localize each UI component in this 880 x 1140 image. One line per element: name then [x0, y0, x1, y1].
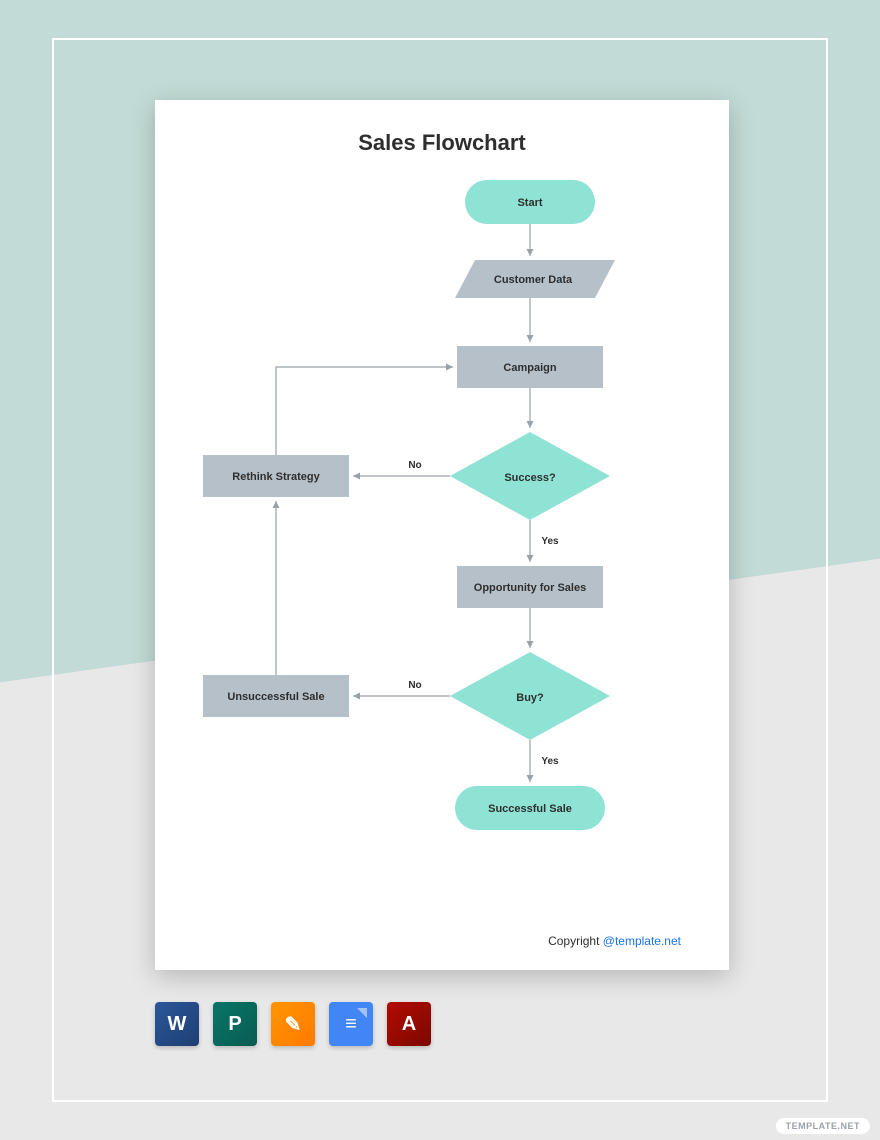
node-successful-label: Successful Sale	[488, 803, 572, 815]
copyright-text: Copyright	[548, 934, 603, 948]
edge-rethink-to-campaign	[276, 367, 453, 455]
node-rethink-label: Rethink Strategy	[232, 471, 320, 483]
edge-success-no-label: No	[408, 460, 421, 471]
watermark-badge: TEMPLATE.NET	[776, 1118, 870, 1134]
google-docs-icon[interactable]: ≡	[329, 1002, 373, 1046]
node-success-label: Success?	[504, 472, 556, 484]
pdf-icon[interactable]: A	[387, 1002, 431, 1046]
pages-icon[interactable]: ✎	[271, 1002, 315, 1046]
publisher-icon[interactable]: P	[213, 1002, 257, 1046]
node-opportunity-label: Opportunity for Sales	[474, 582, 586, 594]
copyright-link[interactable]: @template.net	[603, 934, 681, 948]
footer-copyright: Copyright @template.net	[548, 934, 681, 948]
node-campaign-label: Campaign	[503, 362, 556, 374]
edge-success-yes-label: Yes	[541, 536, 559, 547]
word-icon[interactable]: W	[155, 1002, 199, 1046]
node-unsuccessful-label: Unsuccessful Sale	[227, 691, 324, 703]
page-title: Sales Flowchart	[155, 130, 729, 156]
background: Sales Flowchart Start Customer Data Camp…	[0, 0, 880, 1140]
format-icons-row: W P ✎ ≡ A	[155, 1002, 431, 1046]
node-start-label: Start	[517, 197, 542, 209]
node-buy-label: Buy?	[516, 692, 544, 704]
edge-buy-yes-label: Yes	[541, 756, 559, 767]
edge-buy-no-label: No	[408, 680, 421, 691]
node-customer-data-label: Customer Data	[494, 274, 573, 286]
flowchart-canvas: Start Customer Data Campaign Success? No…	[155, 170, 729, 930]
document-page: Sales Flowchart Start Customer Data Camp…	[155, 100, 729, 970]
